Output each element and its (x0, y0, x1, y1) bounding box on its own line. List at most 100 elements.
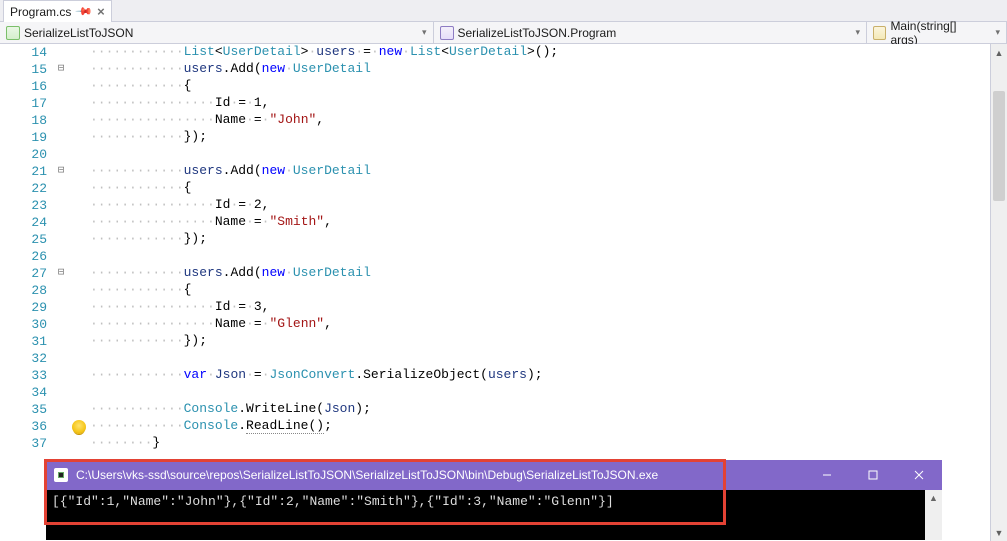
maximize-button[interactable] (850, 460, 896, 490)
line-number: 35 (0, 402, 55, 417)
nav-method-dropdown[interactable]: Main(string[] args) ▾ (867, 22, 1007, 43)
code-line[interactable]: ················Name·=·"John", (90, 112, 990, 129)
gutter-line: 17 (0, 95, 90, 112)
scroll-track[interactable] (991, 61, 1007, 524)
fold-toggle-icon[interactable]: ⊟ (55, 268, 67, 279)
pin-icon[interactable]: 📌 (75, 2, 94, 21)
console-output-text: [{"Id":1,"Name":"John"},{"Id":2,"Name":"… (52, 494, 614, 509)
code-line[interactable]: ············}); (90, 129, 990, 146)
code-line[interactable]: ············{ (90, 78, 990, 95)
code-line[interactable]: ············{ (90, 282, 990, 299)
gutter-line: 23 (0, 197, 90, 214)
line-number: 27 (0, 266, 55, 281)
nav-project-label: SerializeListToJSON (24, 26, 133, 40)
code-line[interactable] (90, 248, 990, 265)
code-line[interactable]: ············Console.WriteLine(Json); (90, 401, 990, 418)
class-icon (440, 26, 454, 40)
code-line[interactable]: ············var·Json·=·JsonConvert.Seria… (90, 367, 990, 384)
document-tab-label: Program.cs (10, 5, 71, 19)
code-line[interactable]: ············users.Add(new·UserDetail (90, 265, 990, 282)
line-number: 14 (0, 45, 55, 60)
nav-method-label: Main(string[] args) (890, 19, 982, 47)
gutter-line: 24 (0, 214, 90, 231)
chevron-down-icon: ▾ (987, 27, 1000, 38)
scroll-up-arrow-icon[interactable]: ▲ (991, 44, 1007, 61)
gutter-line: 32 (0, 350, 90, 367)
console-scrollbar[interactable]: ▲ (925, 490, 942, 540)
nav-class-dropdown[interactable]: SerializeListToJSON.Program ▾ (434, 22, 868, 43)
line-number: 36 (0, 419, 55, 434)
code-line[interactable]: ············}); (90, 231, 990, 248)
code-line[interactable]: ············Console.ReadLine(); (90, 418, 990, 435)
code-line[interactable]: ············{ (90, 180, 990, 197)
gutter-line: 37 (0, 435, 90, 452)
nav-class-label: SerializeListToJSON.Program (458, 26, 617, 40)
close-icon (914, 470, 924, 480)
console-titlebar[interactable]: C:\Users\vks-ssd\source\repos\SerializeL… (46, 460, 942, 490)
chevron-down-icon: ▾ (413, 27, 427, 38)
line-number: 30 (0, 317, 55, 332)
line-number: 15 (0, 62, 55, 77)
gutter-line: 34 (0, 384, 90, 401)
gutter-line: 26 (0, 248, 90, 265)
document-tab-bar: Program.cs 📌 × (0, 0, 1007, 22)
line-number: 19 (0, 130, 55, 145)
code-line[interactable]: ············users.Add(new·UserDetail (90, 61, 990, 78)
line-number: 34 (0, 385, 55, 400)
fold-toggle-icon[interactable]: ⊟ (55, 166, 67, 177)
line-number: 31 (0, 334, 55, 349)
line-number: 21 (0, 164, 55, 179)
maximize-icon (868, 470, 878, 480)
line-number: 23 (0, 198, 55, 213)
gutter-line: 15⊟ (0, 61, 90, 78)
gutter-line: 14 (0, 44, 90, 61)
csharp-project-icon (6, 26, 20, 40)
line-number: 16 (0, 79, 55, 94)
line-number: 26 (0, 249, 55, 264)
line-number: 17 (0, 96, 55, 111)
gutter-line: 33 (0, 367, 90, 384)
code-line[interactable] (90, 146, 990, 163)
vertical-scrollbar[interactable]: ▲ ▼ (990, 44, 1007, 541)
line-number: 29 (0, 300, 55, 315)
code-line[interactable]: ················Id·=·1, (90, 95, 990, 112)
code-line[interactable]: ················Name·=·"Smith", (90, 214, 990, 231)
scroll-down-arrow-icon[interactable]: ▼ (991, 524, 1007, 541)
code-line[interactable]: ············users.Add(new·UserDetail (90, 163, 990, 180)
line-number: 33 (0, 368, 55, 383)
code-line[interactable]: ················Id·=·2, (90, 197, 990, 214)
gutter-line: 25 (0, 231, 90, 248)
minimize-button[interactable] (804, 460, 850, 490)
gutter-line: 28 (0, 282, 90, 299)
line-number: 32 (0, 351, 55, 366)
close-button[interactable] (896, 460, 942, 490)
gutter-line: 22 (0, 180, 90, 197)
code-line[interactable]: ················Id·=·3, (90, 299, 990, 316)
code-line[interactable]: ············}); (90, 333, 990, 350)
line-number: 25 (0, 232, 55, 247)
line-number: 24 (0, 215, 55, 230)
gutter-line: 27⊟ (0, 265, 90, 282)
scroll-thumb[interactable] (993, 91, 1005, 201)
gutter-line: 18 (0, 112, 90, 129)
window-controls (804, 460, 942, 490)
nav-project-dropdown[interactable]: SerializeListToJSON ▾ (0, 22, 434, 43)
fold-toggle-icon[interactable]: ⊟ (55, 64, 67, 75)
scroll-up-arrow-icon[interactable]: ▲ (925, 490, 942, 505)
code-nav-bar: SerializeListToJSON ▾ SerializeListToJSO… (0, 22, 1007, 44)
code-line[interactable]: ············List<UserDetail>·users·=·new… (90, 44, 990, 61)
gutter-line: 21⊟ (0, 163, 90, 180)
gutter-line: 31 (0, 333, 90, 350)
code-line[interactable] (90, 384, 990, 401)
code-line[interactable]: ················Name·=·"Glenn", (90, 316, 990, 333)
close-icon[interactable]: × (97, 5, 105, 18)
document-tab-program[interactable]: Program.cs 📌 × (3, 0, 112, 22)
console-output: [{"Id":1,"Name":"John"},{"Id":2,"Name":"… (46, 490, 942, 540)
gutter-line: 35 (0, 401, 90, 418)
lightbulb-icon[interactable] (72, 420, 86, 434)
code-line[interactable] (90, 350, 990, 367)
gutter-line: 30 (0, 316, 90, 333)
console-window: C:\Users\vks-ssd\source\repos\SerializeL… (46, 460, 942, 540)
code-line[interactable]: ········} (90, 435, 990, 452)
gutter-line: 29 (0, 299, 90, 316)
